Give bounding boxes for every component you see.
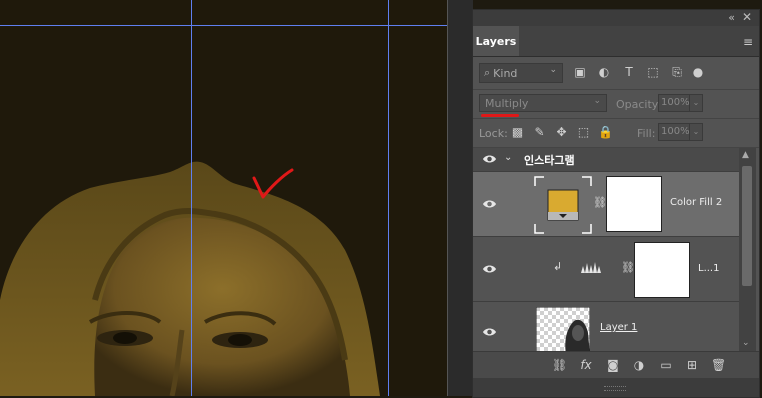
layer-mask-thumbnail[interactable] bbox=[606, 176, 662, 232]
adjustment-filter-icon[interactable]: ◐ bbox=[597, 65, 611, 79]
smart-object-filter-icon[interactable]: ⎘ bbox=[670, 65, 684, 79]
new-group-icon[interactable]: ▭ bbox=[659, 358, 673, 372]
guide-vertical[interactable] bbox=[388, 0, 389, 396]
filter-row: ⌕ Kind ⌄ ▣ ◐ T ⬚ ⎘ ● bbox=[473, 57, 759, 90]
visibility-eye-icon[interactable] bbox=[482, 327, 497, 337]
lock-paint-icon[interactable]: ✎ bbox=[533, 126, 546, 139]
group-expand-chevron-icon[interactable]: ⌄ bbox=[504, 152, 512, 163]
lock-move-icon[interactable]: ✥ bbox=[555, 126, 568, 139]
layer-row-color-fill[interactable]: ⛓ Color Fill 2 bbox=[473, 172, 739, 237]
type-filter-icon[interactable]: T bbox=[622, 65, 636, 79]
panel-menu-icon[interactable]: ≡ bbox=[743, 35, 753, 49]
layer-row-adjustment[interactable]: ↲ ⛓ L...1 bbox=[473, 237, 739, 302]
close-panel-icon[interactable]: ✕ bbox=[742, 10, 752, 24]
lock-artboard-icon[interactable]: ⬚ bbox=[577, 126, 590, 139]
fx-icon[interactable]: fx bbox=[579, 358, 593, 372]
filter-toggle-icon[interactable]: ● bbox=[691, 65, 705, 79]
layer-group-row[interactable]: ⌄ 인스타그램 bbox=[473, 148, 739, 172]
visibility-eye-icon[interactable] bbox=[482, 264, 497, 274]
blend-mode-value: Multiply bbox=[485, 96, 529, 110]
canvas-image bbox=[0, 0, 470, 396]
lock-transparent-icon[interactable]: ▩ bbox=[511, 126, 524, 139]
delete-layer-icon[interactable]: 🗑 bbox=[711, 358, 726, 372]
panel-gutter bbox=[447, 0, 473, 396]
new-layer-icon[interactable]: ⊞ bbox=[685, 358, 699, 372]
new-adjustment-icon[interactable]: ◑ bbox=[632, 358, 646, 372]
image-filter-icon[interactable]: ▣ bbox=[573, 65, 587, 79]
scroll-up-icon[interactable]: ▲ bbox=[742, 150, 749, 160]
add-mask-icon[interactable]: ◙ bbox=[606, 358, 620, 372]
panel-tab-bar: Layers ≡ bbox=[473, 26, 759, 57]
guide-vertical[interactable] bbox=[191, 0, 192, 396]
layers-list: ⌄ 인스타그램 ⛓ Color Fill 2 ↲ ⛓ L...1 Layer 1 bbox=[473, 148, 739, 351]
layers-scrollbar[interactable]: ▲ ⌄ bbox=[739, 148, 756, 351]
layer-image-thumbnail[interactable] bbox=[536, 307, 590, 351]
levels-histogram-icon bbox=[581, 262, 601, 273]
blend-row: Multiply ⌄ Opacity: 100% ⌄ bbox=[473, 90, 759, 119]
tab-layers[interactable]: Layers bbox=[473, 26, 519, 56]
guide-horizontal[interactable] bbox=[0, 25, 470, 26]
fill-chevron-icon[interactable]: ⌄ bbox=[689, 123, 703, 141]
chevron-down-icon: ⌄ bbox=[593, 96, 601, 106]
lock-all-icon[interactable]: 🔒 bbox=[598, 126, 613, 139]
fill-input[interactable]: 100% bbox=[658, 123, 690, 141]
layer-name[interactable]: L...1 bbox=[698, 263, 719, 274]
red-underline-annotation bbox=[481, 114, 519, 117]
mask-link-icon[interactable]: ⛓ bbox=[593, 196, 607, 209]
layers-panel: « ✕ Layers ≡ ⌕ Kind ⌄ ▣ ◐ T ⬚ ⎘ ● Multip… bbox=[472, 9, 760, 398]
panel-title-bar: « ✕ bbox=[473, 10, 759, 26]
layers-bottom-toolbar: ⛓ fx ◙ ◑ ▭ ⊞ 🗑 bbox=[473, 351, 759, 378]
clipping-mask-arrow-icon: ↲ bbox=[553, 260, 563, 273]
chevron-down-icon: ⌄ bbox=[549, 65, 557, 75]
link-layers-icon[interactable]: ⛓ bbox=[552, 358, 567, 372]
lock-label: Lock: bbox=[479, 127, 508, 140]
visibility-eye-icon[interactable] bbox=[482, 199, 497, 209]
fill-thumbnail[interactable] bbox=[534, 176, 592, 234]
scroll-thumb[interactable] bbox=[742, 166, 752, 286]
collapse-panel-icon[interactable]: « bbox=[728, 11, 735, 24]
opacity-input[interactable]: 100% bbox=[658, 94, 690, 112]
mask-link-icon[interactable]: ⛓ bbox=[621, 261, 635, 274]
shape-filter-icon[interactable]: ⬚ bbox=[646, 65, 660, 79]
layer-row-layer-1[interactable]: Layer 1 bbox=[473, 302, 739, 351]
group-name: 인스타그램 bbox=[524, 154, 575, 167]
selection-corners-icon bbox=[534, 176, 592, 234]
panel-footer bbox=[473, 378, 759, 397]
kind-select-label: Kind bbox=[493, 66, 518, 80]
visibility-eye-icon[interactable] bbox=[482, 154, 497, 164]
document-canvas[interactable] bbox=[0, 0, 470, 396]
lock-row: Lock: ▩ ✎ ✥ ⬚ 🔒 Fill: 100% ⌄ bbox=[473, 119, 759, 148]
fill-label: Fill: bbox=[637, 127, 656, 140]
search-icon: ⌕ bbox=[484, 66, 491, 79]
layer-name[interactable]: Color Fill 2 bbox=[670, 197, 722, 208]
kind-filter-select[interactable]: ⌕ Kind ⌄ bbox=[479, 63, 563, 83]
opacity-label: Opacity: bbox=[616, 98, 662, 111]
blend-mode-select[interactable]: Multiply ⌄ bbox=[479, 94, 607, 112]
scroll-down-icon[interactable]: ⌄ bbox=[742, 338, 750, 348]
layer-name[interactable]: Layer 1 bbox=[600, 322, 637, 333]
layer-mask-thumbnail[interactable] bbox=[634, 242, 690, 298]
opacity-chevron-icon[interactable]: ⌄ bbox=[689, 94, 703, 112]
resize-grip[interactable] bbox=[604, 386, 626, 391]
